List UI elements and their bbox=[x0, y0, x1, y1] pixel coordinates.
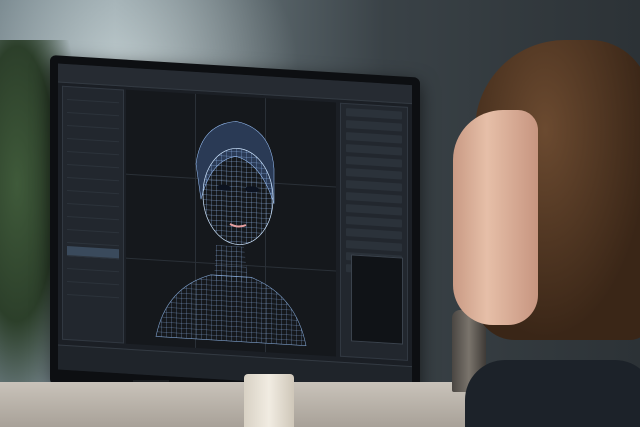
photo-scene bbox=[0, 0, 640, 427]
properties-panel bbox=[340, 102, 408, 361]
outliner-item[interactable] bbox=[67, 194, 119, 208]
outliner-item[interactable] bbox=[67, 129, 119, 143]
wireframe-bust bbox=[155, 121, 307, 346]
property-row[interactable] bbox=[346, 120, 402, 132]
property-row[interactable] bbox=[346, 204, 402, 216]
property-row[interactable] bbox=[346, 192, 402, 204]
wireframe-shoulders bbox=[155, 274, 307, 346]
property-row[interactable] bbox=[346, 168, 402, 180]
outliner-panel bbox=[62, 85, 124, 344]
outliner-item[interactable] bbox=[67, 90, 119, 104]
outliner-item[interactable] bbox=[67, 285, 119, 299]
property-row[interactable] bbox=[346, 108, 402, 120]
outliner-item[interactable] bbox=[67, 246, 119, 260]
outliner-item[interactable] bbox=[67, 168, 119, 182]
property-row[interactable] bbox=[346, 180, 402, 192]
property-row[interactable] bbox=[346, 132, 402, 144]
property-row[interactable] bbox=[346, 216, 402, 228]
outliner-item[interactable] bbox=[67, 272, 119, 286]
property-row[interactable] bbox=[346, 144, 402, 156]
property-row[interactable] bbox=[346, 240, 402, 252]
outliner-item[interactable] bbox=[67, 181, 119, 195]
outliner-item[interactable] bbox=[67, 103, 119, 117]
3d-viewport[interactable] bbox=[126, 89, 336, 357]
property-row[interactable] bbox=[346, 228, 402, 240]
outliner-item[interactable] bbox=[67, 233, 119, 247]
outliner-item[interactable] bbox=[67, 220, 119, 234]
outliner-item[interactable] bbox=[67, 142, 119, 156]
outliner-item[interactable] bbox=[67, 259, 119, 273]
outliner-item[interactable] bbox=[67, 207, 119, 221]
outliner-item[interactable] bbox=[67, 116, 119, 130]
monitor bbox=[50, 55, 420, 408]
outliner-item[interactable] bbox=[67, 155, 119, 169]
face-profile bbox=[453, 110, 538, 325]
property-row[interactable] bbox=[346, 156, 402, 168]
person bbox=[445, 40, 640, 427]
modeling-app-window bbox=[58, 63, 412, 392]
reference-thumbnail[interactable] bbox=[351, 254, 403, 345]
shirt bbox=[465, 360, 640, 427]
cup bbox=[244, 374, 294, 427]
wireframe-neck bbox=[214, 245, 248, 283]
